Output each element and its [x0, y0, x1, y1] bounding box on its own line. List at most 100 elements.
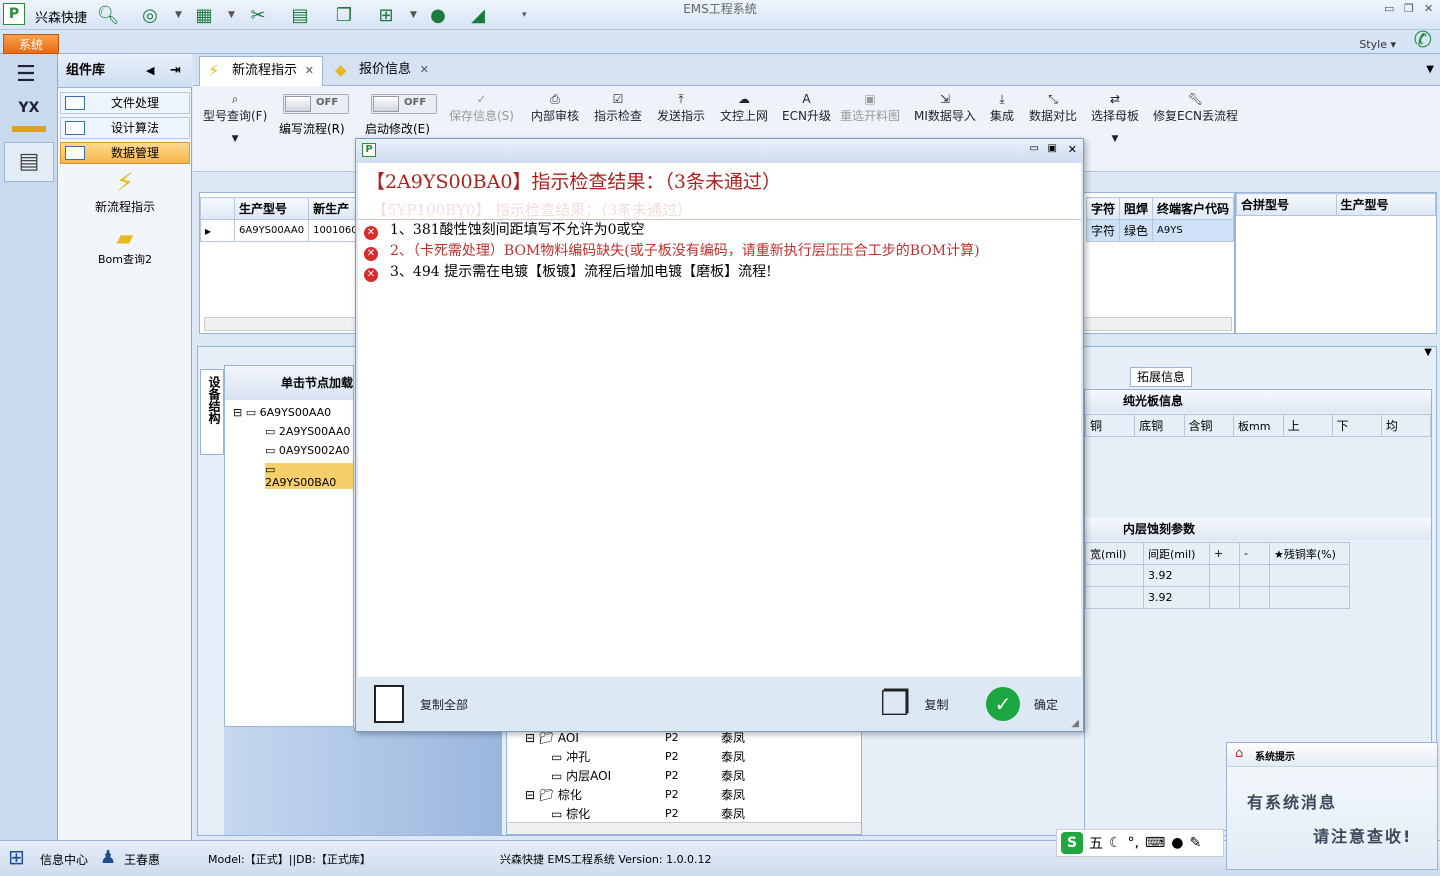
message-list: ✕ 1、381酸性蚀刻间距填写不允许为0或空 ✕ 2、（卡死需处理）BOM物料编码缺… — [358, 219, 1081, 677]
section-title: 纯光板信息 — [1085, 390, 1431, 412]
col-header[interactable]: 合拼型号 — [1236, 193, 1337, 216]
minimize-icon[interactable]: ▭ — [1030, 143, 1039, 154]
data-compare-button[interactable]: ⤡ 数据对比 — [1029, 91, 1077, 124]
moon-icon[interactable]: ☾ — [1109, 835, 1122, 851]
copy-all-button[interactable]: 复制全部 — [374, 677, 468, 731]
yx-factory-icon[interactable]: YX — [12, 100, 46, 132]
ecn-upgrade-button[interactable]: A ECN升级 — [782, 91, 831, 124]
instruction-check-button[interactable]: ☑ 指示检查 — [594, 91, 642, 124]
doc-control-button[interactable]: ☁ 文控上网 — [720, 91, 768, 124]
model-query-button[interactable]: ⌕ 型号查询(F) ▼ — [203, 91, 267, 144]
tree-node[interactable]: ▭ 2A9YS00AA0 — [265, 425, 350, 438]
phone-icon[interactable]: ✆ — [1414, 28, 1432, 53]
font-icon: A — [802, 92, 811, 106]
comp-item-data[interactable]: 数据管理 — [60, 142, 190, 164]
close-icon[interactable]: ✕ — [1068, 143, 1077, 156]
info-center-link[interactable]: 信息中心 — [40, 851, 88, 868]
notification-line2[interactable]: 请注意查收! — [1313, 823, 1412, 847]
dialog-title-bar: P ▭ ▣ ✕ — [356, 139, 1083, 163]
wrench-icon[interactable]: ✎ — [1189, 835, 1201, 851]
ext-info-tab[interactable]: 拓展信息 — [1130, 367, 1192, 387]
send-instruction-button[interactable]: ⤒ 发送指示 — [657, 91, 705, 124]
list-item[interactable]: ✕ 3、494 提示需在电镀【板镀】流程后增加电镀【磨板】流程! — [364, 262, 772, 282]
table-row[interactable]: 3.92 — [1085, 564, 1350, 587]
keyboard-icon[interactable]: ⌨ — [1145, 835, 1165, 851]
copy-button[interactable]: ❐ 复制 — [880, 677, 949, 731]
list-item[interactable]: ▭ 冲孔 P2 泰凤 — [521, 747, 749, 766]
menu-icon[interactable]: ☰ — [16, 62, 36, 87]
ime-mode[interactable]: 五 — [1089, 833, 1103, 853]
model-db-status: Model:【正式】||DB:【正式库】 — [208, 853, 371, 866]
lightning-icon: ⚡ — [115, 168, 135, 198]
style-menu[interactable]: Style ▾ — [1359, 38, 1396, 51]
device-structure-tab[interactable]: 设备结构 — [200, 369, 224, 455]
error-icon: ✕ — [364, 268, 378, 282]
internal-review-button[interactable]: ⎙ 内部审核 — [531, 91, 579, 124]
dialog-header: 【2A9YS00BA0】指示检查结果：（3条未通过） 【5YP100BY0】 指… — [358, 163, 1081, 219]
mi-import-button[interactable]: ⇲ MI数据导入 — [914, 91, 976, 124]
punctuation-icon[interactable]: °, — [1128, 835, 1139, 851]
dialog-heading: 【2A9YS00BA0】指示检查结果：（3条未通过） — [366, 171, 781, 193]
select-master-button[interactable]: ⇄ 选择母板 ▼ — [1091, 91, 1139, 144]
tree-header: 单击节点加载 — [225, 366, 353, 400]
repair-ecn-button[interactable]: 🔧︎ 修复ECN丢流程 — [1153, 91, 1238, 124]
notification-line1[interactable]: 有系统消息 — [1247, 789, 1337, 813]
reselect-cut-button[interactable]: ▣ 重选开料图 — [840, 91, 900, 124]
list-item[interactable]: ▭ 内层AOI P2 泰凤 — [521, 766, 749, 785]
check-icon: ✓ — [476, 92, 487, 106]
col-header[interactable]: 生产型号 — [1335, 193, 1436, 216]
table-row[interactable]: ▸ 6A9YS00AA0 10010600 — [200, 219, 369, 242]
horizontal-scrollbar[interactable] — [507, 822, 861, 834]
write-flow-toggle[interactable]: OFF — [283, 94, 349, 114]
tab-new-flow[interactable]: ⚡ 新流程指示 ✕ — [199, 56, 323, 86]
tab-list-dropdown-icon[interactable]: ▼ — [1426, 64, 1434, 75]
compress-icon: ⤡ — [1048, 92, 1058, 106]
tab-close-icon[interactable]: ✕ — [305, 57, 314, 85]
table-row[interactable]: 3.92 — [1085, 586, 1350, 609]
tab-quote[interactable]: ◆ 报价信息 ✕ — [327, 56, 437, 86]
shuffle-icon: ⇄ — [1109, 92, 1121, 106]
section-title: 内层蚀刻参数 — [1085, 518, 1431, 540]
wrench-icon: 🔧︎ — [1187, 92, 1204, 106]
close-icon[interactable]: ✕ — [1424, 2, 1433, 15]
col-header[interactable]: 终端客户代码 — [1152, 197, 1235, 220]
system-notification: ⌂ 系统提示 有系统消息 请注意查收! — [1226, 742, 1438, 870]
comp-item-file[interactable]: 文件处理 — [60, 92, 190, 114]
resize-grip-icon[interactable]: ◢ — [1071, 718, 1079, 729]
process-tree: ⊟ 📁︎ AOI P2 泰凤 ▭ 冲孔 P2 泰凤 ▭ 内层AOI P2 泰凤 ⊟ 📁︎ 棕… — [506, 727, 862, 835]
save-info-button[interactable]: ✓ 保存信息(S) — [449, 91, 514, 124]
tree-node[interactable]: ▭ 0A9YS002A0 — [265, 444, 350, 457]
new-flow-tool[interactable]: ⚡ 新流程指示 — [58, 168, 192, 215]
collapse-arrow-icon[interactable]: ◀ — [146, 54, 154, 88]
restore-icon[interactable]: ❐ — [1404, 2, 1414, 15]
tree-node-selected[interactable]: ▭ 2A9YS00BA0 — [265, 463, 353, 489]
app-logo-icon: P — [362, 143, 376, 157]
ok-button[interactable]: ✓ 确定 — [986, 677, 1058, 731]
ime-toolbar[interactable]: S 五 ☾ °, ⌨ ● ✎ — [1056, 829, 1224, 857]
comp-item-design[interactable]: 设计算法 — [60, 117, 190, 139]
col-header[interactable]: 生产型号 — [233, 197, 310, 220]
bom-query-tool[interactable]: ▰ Bom查询2 — [58, 226, 192, 267]
list-item[interactable]: ⊟ 📁︎ 棕化 P2 泰凤 — [521, 785, 749, 804]
integrate-button[interactable]: ⤓ 集成 — [990, 91, 1014, 124]
list-item[interactable]: ✕ 1、381酸性蚀刻间距填写不允许为0或空 — [364, 220, 645, 240]
list-item[interactable]: ✕ 2、（卡死需处理）BOM物料编码缺失(或子板没有编码，请重新执行层压压合工步的… — [364, 241, 980, 261]
windows-icon: ⊞ — [8, 845, 25, 869]
col-header[interactable]: 字符 — [1085, 197, 1121, 220]
col-header[interactable]: 阻焊 — [1119, 197, 1154, 220]
checkbox-icon: ☑ — [612, 92, 624, 106]
list-item[interactable]: ▭ 棕化 P2 泰凤 — [521, 804, 749, 823]
ribbon-bar — [0, 30, 1440, 54]
start-edit-toggle[interactable]: OFF — [371, 94, 437, 114]
calculator-icon[interactable]: ▤ — [4, 142, 54, 182]
table-row[interactable]: 字符 绿色 A9YS — [1085, 219, 1235, 242]
window-icon — [65, 96, 85, 110]
pin-icon[interactable]: ⇥ — [170, 54, 181, 88]
system-tab[interactable]: 系统 — [3, 34, 59, 54]
panel-dropdown-icon[interactable]: ▼ — [1424, 347, 1432, 358]
skin-icon[interactable]: ● — [1171, 835, 1183, 851]
minimize-icon[interactable]: ▭ — [1384, 2, 1394, 15]
tree-node[interactable]: ⊟ ▭ 6A9YS00AA0 — [233, 406, 331, 419]
maximize-icon[interactable]: ▣ — [1048, 143, 1057, 154]
tab-close-icon[interactable]: ✕ — [420, 56, 429, 84]
